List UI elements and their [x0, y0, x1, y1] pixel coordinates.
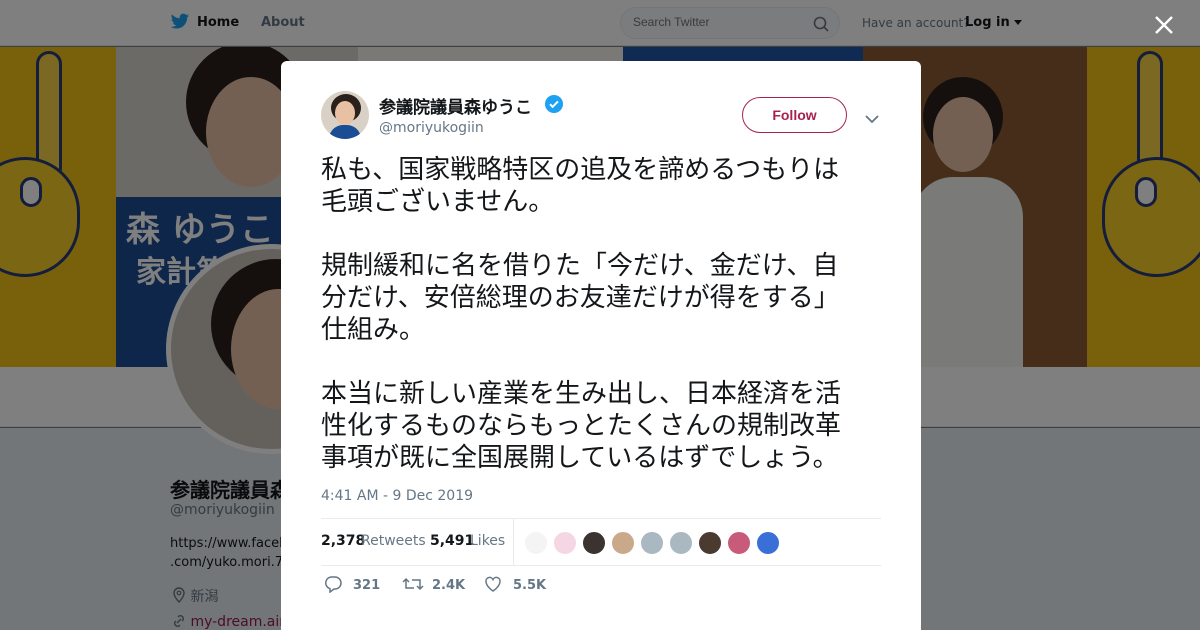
follow-button[interactable]: Follow	[742, 97, 847, 133]
chevron-down-icon[interactable]	[865, 109, 879, 128]
like-count: 5.5K	[513, 578, 547, 593]
stats-separator	[513, 519, 514, 565]
like-button[interactable]: 5.5K	[483, 575, 563, 597]
tweet-timestamp[interactable]: 4:41 AM - 9 Dec 2019	[321, 488, 473, 504]
avatar[interactable]	[756, 531, 780, 555]
tweet-author-avatar[interactable]	[321, 91, 369, 139]
tweet-stats: 2,378 Retweets 5,491 Likes	[321, 519, 881, 565]
avatar[interactable]	[611, 531, 635, 555]
likes-count[interactable]: 5,491	[430, 533, 474, 549]
retweets-count[interactable]: 2,378	[321, 533, 365, 549]
avatar[interactable]	[524, 531, 548, 555]
close-icon[interactable]	[1154, 12, 1174, 40]
retweet-count: 2.4K	[432, 578, 466, 593]
avatar[interactable]	[669, 531, 693, 555]
retweet-icon	[402, 577, 424, 591]
divider	[321, 565, 881, 566]
reply-icon	[324, 576, 342, 594]
avatar[interactable]	[640, 531, 664, 555]
reply-button[interactable]: 321	[323, 575, 393, 597]
tweet-actions: 321 2.4K 5.5K	[321, 571, 881, 601]
tweet-author-name[interactable]: 参議院議員森ゆうこ	[379, 93, 532, 118]
retweets-label[interactable]: Retweets	[361, 533, 426, 549]
tweet-card: 参議院議員森ゆうこ @moriyukogiin Follow 私も、国家戦略特区…	[281, 61, 921, 630]
avatar[interactable]	[582, 531, 606, 555]
likes-label[interactable]: Likes	[470, 533, 505, 549]
tweet-text: 私も、国家戦略特区の追及を諦めるつもりは 毛頭ございません。 規制緩和に名を借り…	[321, 155, 842, 473]
heart-icon	[485, 576, 501, 592]
tweet-author-handle[interactable]: @moriyukogiin	[379, 120, 484, 136]
retweet-button[interactable]: 2.4K	[402, 575, 482, 597]
verified-badge-icon	[545, 95, 563, 117]
avatar[interactable]	[553, 531, 577, 555]
reply-count: 321	[353, 578, 381, 593]
avatar[interactable]	[727, 531, 751, 555]
avatar[interactable]	[698, 531, 722, 555]
